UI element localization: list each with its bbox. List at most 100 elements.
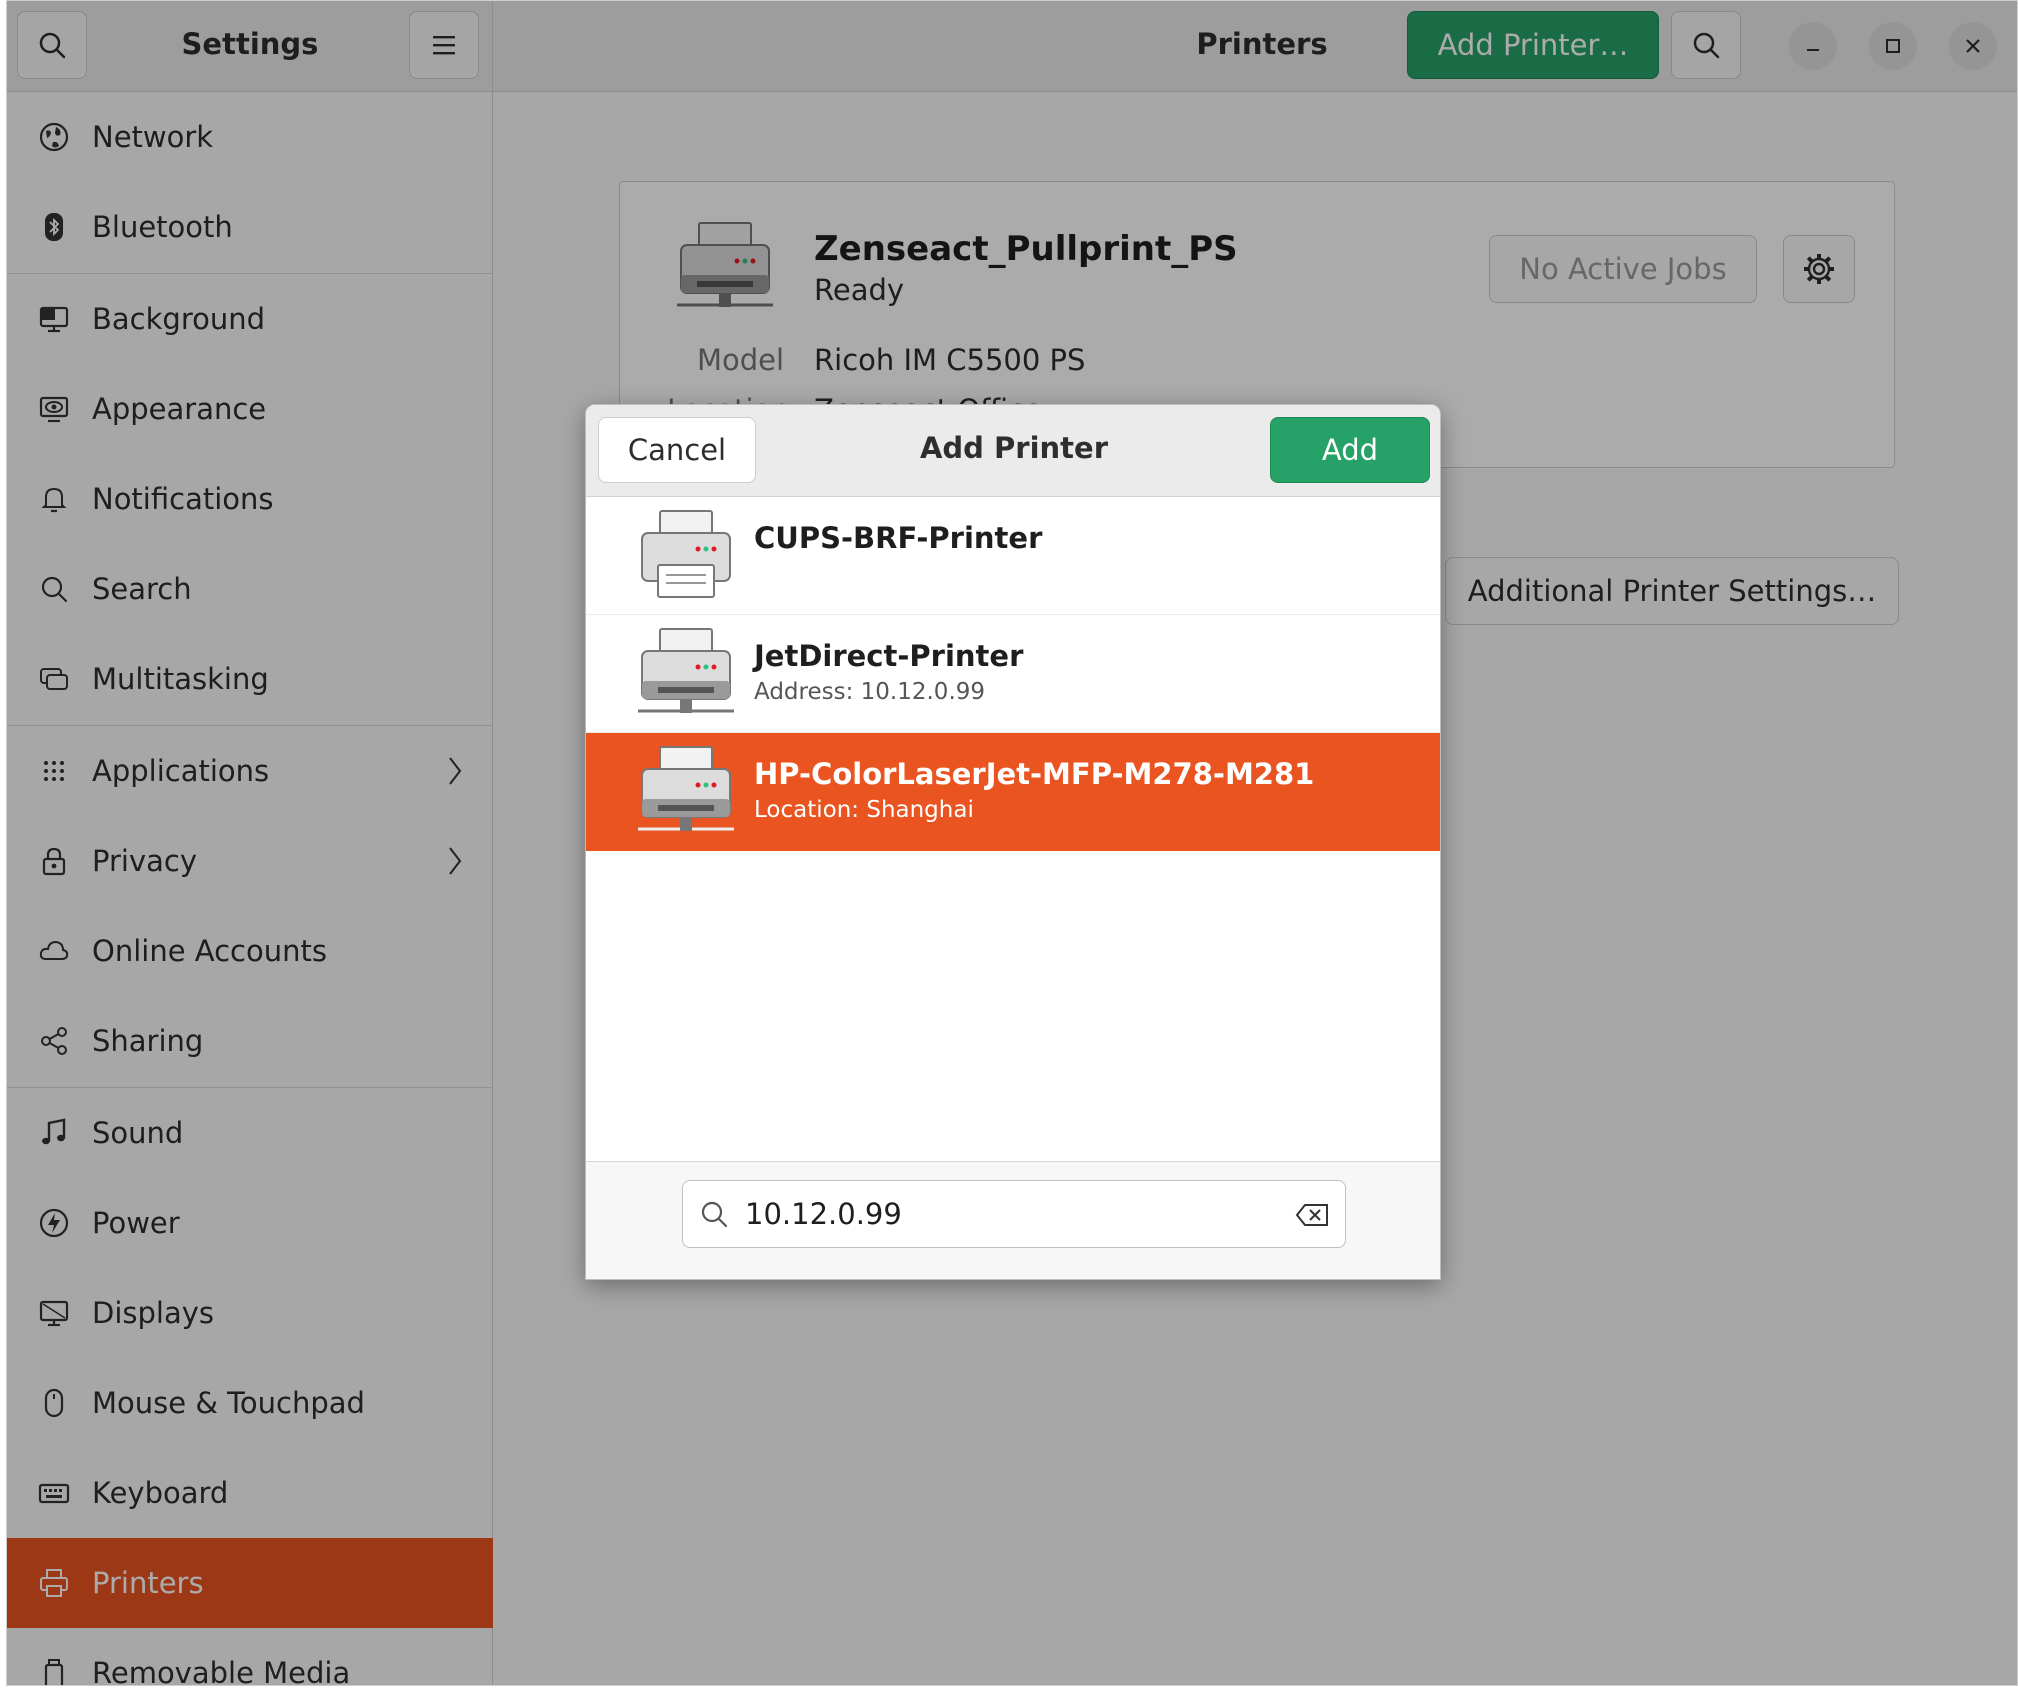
minimize-icon — [1807, 49, 1819, 51]
sidebar-item-background[interactable]: Background — [7, 274, 493, 364]
clear-text-icon[interactable] — [1295, 1203, 1329, 1227]
sidebar-item-notifications[interactable]: Notifications — [7, 454, 493, 544]
sidebar-item-mouse-touchpad[interactable]: Mouse & Touchpad — [7, 1358, 493, 1448]
printer-list: CUPS-BRF-Printer JetDirect-Printer Addre… — [586, 497, 1440, 1161]
chevron-right-icon — [449, 757, 462, 785]
dialog-footer: 10.12.0.99 — [586, 1161, 1440, 1279]
keyboard-icon — [37, 1476, 71, 1510]
add-button[interactable]: Add — [1270, 417, 1430, 483]
sidebar-item-label: Appearance — [92, 392, 267, 426]
printer-list-item-selected[interactable]: HP-ColorLaserJet-MFP-M278-M281 Location:… — [586, 733, 1440, 851]
mouse-icon — [37, 1386, 71, 1420]
sidebar-item-label: Applications — [92, 754, 270, 788]
search-icon — [701, 1201, 728, 1228]
sidebar: Network Bluetooth Background Appearance … — [7, 92, 493, 1686]
sidebar-item-label: Multitasking — [92, 662, 269, 696]
model-label: Model — [697, 343, 785, 377]
printer-status: Ready — [814, 273, 905, 307]
add-printer-button[interactable]: Add Printer… — [1407, 11, 1659, 79]
printer-list-item-name: CUPS-BRF-Printer — [754, 521, 1043, 555]
sidebar-item-label: Privacy — [92, 844, 197, 878]
printer-settings-button[interactable] — [1783, 235, 1855, 303]
printer-list-item-name: HP-ColorLaserJet-MFP-M278-M281 — [754, 757, 1315, 791]
gear-icon — [1804, 254, 1834, 284]
network-printer-icon — [638, 745, 734, 841]
close-button[interactable] — [1949, 22, 1997, 70]
background-icon — [37, 302, 71, 336]
sidebar-item-label: Network — [92, 120, 214, 154]
sidebar-item-label: Printers — [92, 1566, 204, 1600]
removable-media-icon — [37, 1656, 71, 1685]
bell-icon — [37, 482, 71, 516]
sidebar-item-displays[interactable]: Displays — [7, 1268, 493, 1358]
sidebar-item-label: Sound — [92, 1116, 184, 1150]
minimize-button[interactable] — [1789, 22, 1837, 70]
sidebar-header: Settings — [7, 1, 493, 92]
search-icon — [37, 572, 71, 606]
share-icon — [37, 1024, 71, 1058]
appearance-icon — [37, 392, 71, 426]
sidebar-item-online-accounts[interactable]: Online Accounts — [7, 906, 493, 996]
page-title: Printers — [1196, 27, 1328, 61]
grid-icon — [37, 754, 71, 788]
sidebar-item-label: Background — [92, 302, 266, 336]
no-active-jobs-button[interactable]: No Active Jobs — [1489, 235, 1757, 303]
sidebar-item-network[interactable]: Network — [7, 92, 493, 182]
header-bar: Settings Printers Add Printer… — [7, 1, 2017, 92]
chevron-right-icon — [449, 847, 462, 875]
power-icon — [37, 1206, 71, 1240]
sidebar-item-appearance[interactable]: Appearance — [7, 364, 493, 454]
sidebar-item-label: Bluetooth — [92, 210, 233, 244]
sidebar-item-label: Sharing — [92, 1024, 204, 1058]
add-printer-dialog: Cancel Add Printer Add CUPS-BRF-Printer — [585, 404, 1441, 1280]
sidebar-item-label: Notifications — [92, 482, 274, 516]
sidebar-item-label: Displays — [92, 1296, 215, 1330]
main-menu-button[interactable] — [409, 11, 479, 79]
cloud-icon — [37, 934, 71, 968]
printer-large-icon — [677, 221, 773, 315]
sidebar-item-applications[interactable]: Applications — [7, 726, 493, 816]
sidebar-item-label: Keyboard — [92, 1476, 229, 1510]
sidebar-item-multitasking[interactable]: Multitasking — [7, 634, 493, 724]
close-icon — [1966, 39, 1980, 53]
multitasking-icon — [37, 662, 71, 696]
maximize-icon — [1886, 39, 1900, 53]
hamburger-menu-icon — [433, 36, 455, 55]
network-printer-icon — [638, 627, 734, 723]
sidebar-item-printers[interactable]: Printers — [7, 1538, 493, 1628]
bluetooth-icon — [37, 210, 71, 244]
printer-search-button[interactable] — [1671, 11, 1741, 79]
sidebar-item-label: Online Accounts — [92, 934, 327, 968]
sidebar-item-label: Power — [92, 1206, 180, 1240]
sidebar-item-keyboard[interactable]: Keyboard — [7, 1448, 493, 1538]
printer-list-item[interactable]: CUPS-BRF-Printer — [586, 497, 1440, 615]
sidebar-item-power[interactable]: Power — [7, 1178, 493, 1268]
music-note-icon — [37, 1116, 71, 1150]
printer-list-item-detail: Location: Shanghai — [754, 797, 974, 823]
search-icon — [1693, 32, 1720, 59]
maximize-button[interactable] — [1869, 22, 1917, 70]
dialog-header: Cancel Add Printer Add — [586, 405, 1440, 497]
printer-list-item[interactable]: JetDirect-Printer Address: 10.12.0.99 — [586, 615, 1440, 733]
lock-icon — [37, 844, 71, 878]
printer-search-input[interactable]: 10.12.0.99 — [682, 1180, 1346, 1248]
sidebar-item-privacy[interactable]: Privacy — [7, 816, 493, 906]
printer-icon — [37, 1566, 71, 1600]
additional-printer-settings-button[interactable]: Additional Printer Settings… — [1445, 557, 1899, 625]
sidebar-item-label: Search — [92, 572, 192, 606]
sidebar-item-sharing[interactable]: Sharing — [7, 996, 493, 1086]
sidebar-item-bluetooth[interactable]: Bluetooth — [7, 182, 493, 272]
network-icon — [37, 120, 71, 154]
sidebar-item-sound[interactable]: Sound — [7, 1088, 493, 1178]
printer-list-item-name: JetDirect-Printer — [754, 639, 1024, 673]
printer-name: Zenseact_Pullprint_PS — [814, 229, 1238, 269]
sidebar-item-search[interactable]: Search — [7, 544, 493, 634]
search-input-value: 10.12.0.99 — [745, 1197, 902, 1231]
printer-list-item-detail: Address: 10.12.0.99 — [754, 679, 986, 705]
model-value: Ricoh IM C5500 PS — [814, 343, 1086, 377]
sidebar-item-label: Mouse & Touchpad — [92, 1386, 365, 1420]
sidebar-item-label: Removable Media — [92, 1656, 351, 1686]
sidebar-item-removable-media[interactable]: Removable Media — [7, 1628, 493, 1686]
display-icon — [37, 1296, 71, 1330]
printer-icon — [638, 509, 734, 605]
